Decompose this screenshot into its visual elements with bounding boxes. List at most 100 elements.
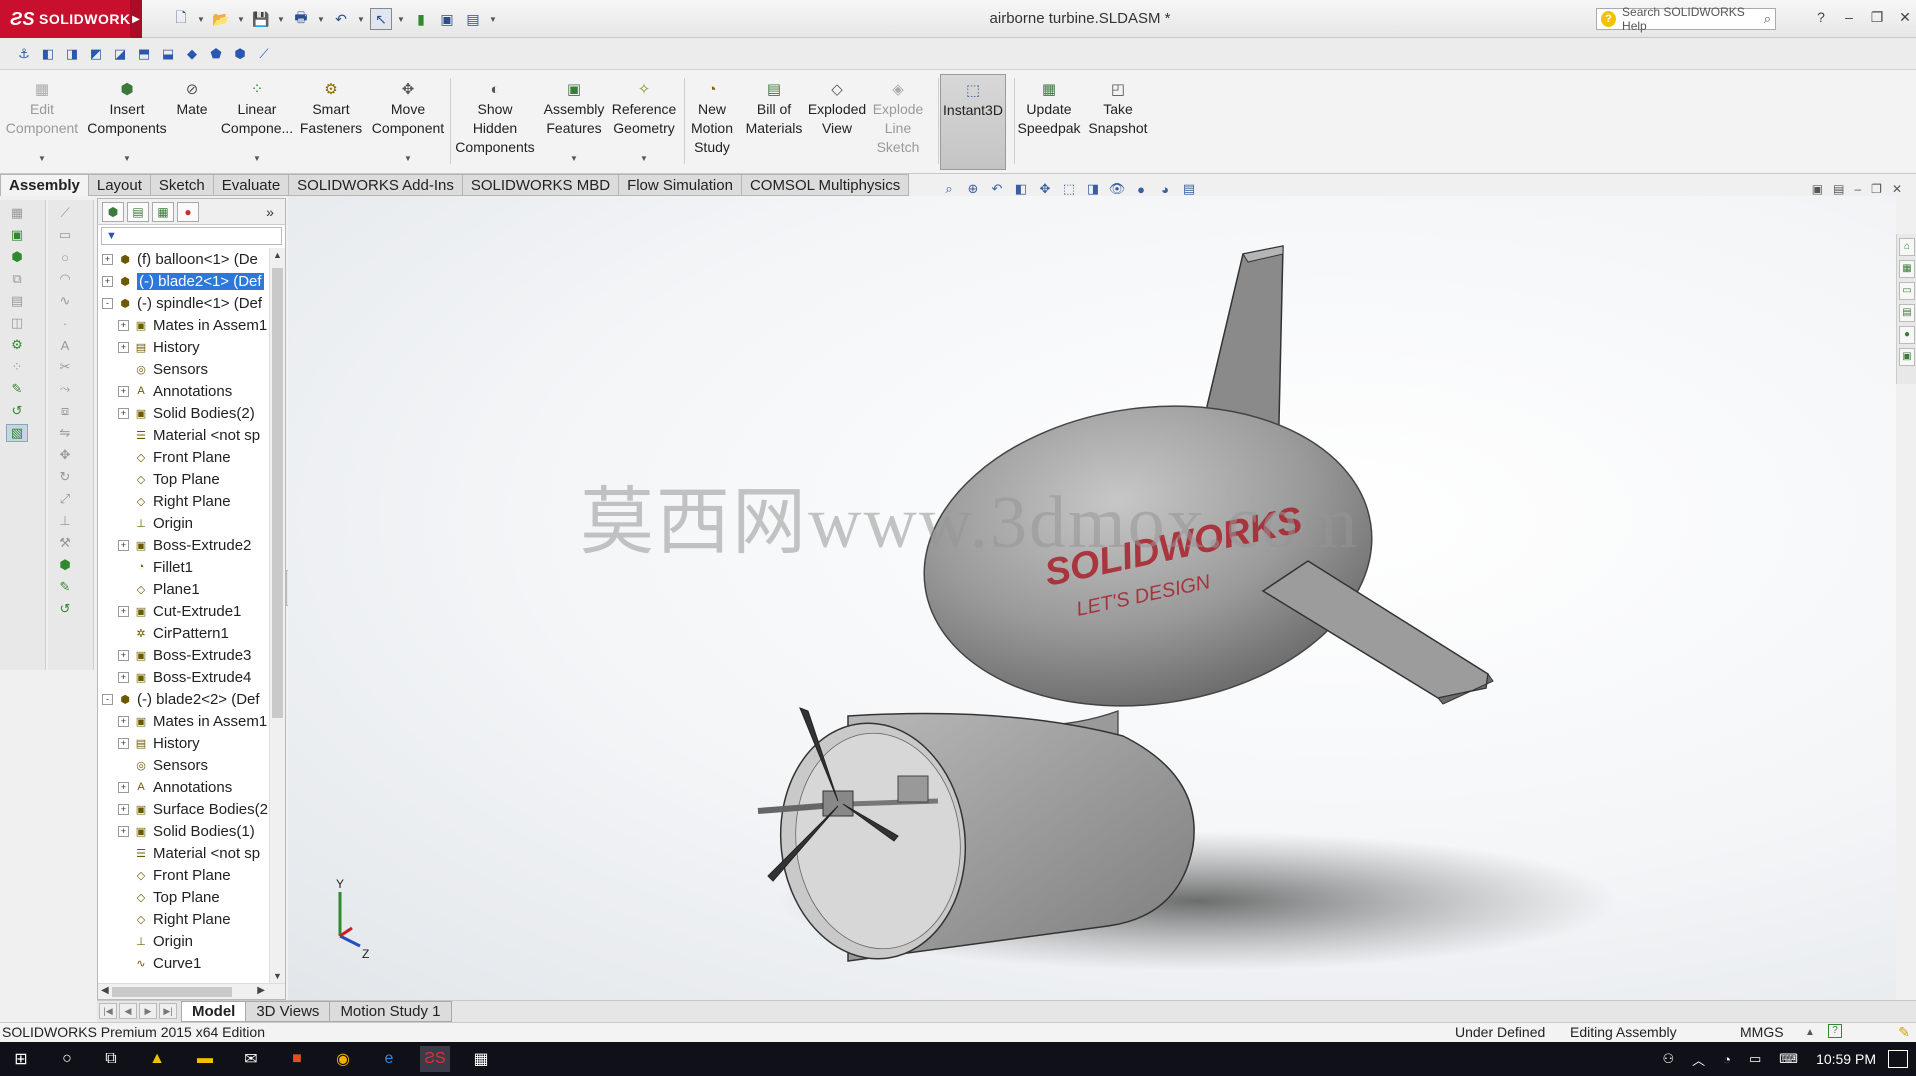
options-caret-icon[interactable]: ▼ bbox=[488, 15, 498, 24]
tree-node[interactable]: ☰ Material <not sp bbox=[98, 842, 268, 864]
scroll-up-icon[interactable]: ▲ bbox=[273, 250, 282, 260]
tree-node[interactable]: ◎ Sensors bbox=[98, 358, 268, 380]
viewport-minimize-icon[interactable]: – bbox=[1854, 182, 1861, 196]
appearances-icon[interactable]: ● bbox=[1899, 326, 1915, 344]
last-tab-icon[interactable]: ▶| bbox=[159, 1003, 177, 1019]
tree-node[interactable]: ◇ Right Plane bbox=[98, 490, 268, 512]
tree-node[interactable]: ◎ Sensors bbox=[98, 754, 268, 776]
configure-icon[interactable]: ⚙ bbox=[6, 336, 28, 354]
dynamic-annotation-icon[interactable]: ✥ bbox=[1036, 180, 1054, 198]
line-icon[interactable]: ⟋ bbox=[54, 204, 76, 222]
viewport-restore-icon[interactable]: ❐ bbox=[1871, 182, 1882, 196]
tree-node[interactable]: + ▣ Mates in Assem1 bbox=[98, 314, 268, 336]
ribbon-bill-of-materials-button[interactable]: ▤ Bill of Materials bbox=[744, 74, 804, 170]
circle-icon[interactable]: ○ bbox=[54, 248, 76, 266]
keyboard-icon[interactable]: ⌨ bbox=[1779, 1051, 1798, 1067]
configuration-manager-tab-icon[interactable]: ▦ bbox=[152, 201, 174, 222]
view-dimetric-icon[interactable]: ⬢ bbox=[230, 44, 250, 64]
view-top-icon[interactable]: ⬒ bbox=[134, 44, 154, 64]
restore-icon[interactable]: ❐ bbox=[1866, 6, 1888, 28]
tree-node[interactable]: ⊥ Origin bbox=[98, 512, 268, 534]
calculator-icon[interactable]: ▦ bbox=[466, 1046, 496, 1072]
bottom-tab-3d-views[interactable]: 3D Views bbox=[245, 1001, 331, 1022]
office-icon[interactable]: ■ bbox=[282, 1046, 312, 1072]
expand-icon[interactable]: + bbox=[118, 385, 129, 397]
rebuild-icon[interactable]: ▮ bbox=[410, 8, 432, 30]
expand-icon[interactable]: + bbox=[118, 649, 129, 661]
tree-node[interactable]: ✲ CirPattern1 bbox=[98, 622, 268, 644]
file-properties-icon[interactable]: ▣ bbox=[436, 8, 458, 30]
collapse-icon[interactable]: - bbox=[102, 297, 113, 309]
dropdown-caret-icon[interactable]: ▼ bbox=[253, 149, 261, 168]
view-settings-icon[interactable]: ▤ bbox=[1180, 180, 1198, 198]
display-style-icon[interactable]: ◨ bbox=[1084, 180, 1102, 198]
view-front-icon[interactable]: ◧ bbox=[38, 44, 58, 64]
file-explorer-taskbar-icon[interactable]: ▬ bbox=[190, 1046, 220, 1072]
tab-comsol-multiphysics[interactable]: COMSOL Multiphysics bbox=[741, 174, 910, 196]
rebuild-status-icon[interactable]: ✎ bbox=[1898, 1023, 1910, 1042]
tree-node[interactable]: ☰ Material <not sp bbox=[98, 424, 268, 446]
view-left-icon[interactable]: ◩ bbox=[86, 44, 106, 64]
select-pointer-icon[interactable]: ↖ bbox=[370, 8, 392, 30]
tab-solidworks-mbd[interactable]: SOLIDWORKS MBD bbox=[462, 174, 620, 196]
view-trimetric-icon[interactable]: ⬟ bbox=[206, 44, 226, 64]
tree-node[interactable]: + ▣ Mates in Assem1 bbox=[98, 710, 268, 732]
text-icon[interactable]: A bbox=[54, 336, 76, 354]
print-icon[interactable]: 🖶 bbox=[290, 8, 312, 30]
open-caret-icon[interactable]: ▼ bbox=[236, 15, 246, 24]
tree-node[interactable]: + ⬢ (-) blade2<1> (Def bbox=[98, 270, 268, 292]
dropdown-caret-icon[interactable]: ▼ bbox=[404, 149, 412, 168]
hide-show-items-icon[interactable]: 👁 bbox=[1108, 180, 1126, 198]
ribbon-move-component-button[interactable]: ✥ Move Component ▼ bbox=[368, 74, 448, 170]
tree-node[interactable]: + ▣ Solid Bodies(1) bbox=[98, 820, 268, 842]
wifi-icon[interactable]: ◔ bbox=[1723, 1052, 1731, 1067]
ribbon-linear-compone-button[interactable]: ⁘ Linear Compone... ▼ bbox=[216, 74, 298, 170]
expand-icon[interactable]: + bbox=[118, 319, 129, 331]
tree-node[interactable]: - ⬢ (-) spindle<1> (Def bbox=[98, 292, 268, 314]
apply-scene-icon[interactable]: ◕ bbox=[1156, 180, 1174, 198]
tree-horizontal-scrollbar[interactable]: ◀ ▶ bbox=[98, 983, 285, 999]
tree-node[interactable]: ◇ Top Plane bbox=[98, 468, 268, 490]
pattern-icon[interactable]: ⁘ bbox=[6, 358, 28, 376]
offset-icon[interactable]: ⧈ bbox=[54, 402, 76, 420]
dropdown-caret-icon[interactable]: ▼ bbox=[123, 149, 131, 168]
tree-node[interactable]: + ▣ Boss-Extrude2 bbox=[98, 534, 268, 556]
insert-part-icon[interactable]: ▣ bbox=[6, 226, 28, 244]
prev-tab-icon[interactable]: ◀ bbox=[119, 1003, 137, 1019]
tab-layout[interactable]: Layout bbox=[88, 174, 151, 196]
view-bottom-icon[interactable]: ⬓ bbox=[158, 44, 178, 64]
view-orientation-icon[interactable]: ⬚ bbox=[1060, 180, 1078, 198]
help-menu-icon[interactable]: ? bbox=[1810, 6, 1832, 28]
tab-assembly[interactable]: Assembly bbox=[0, 174, 89, 196]
new-caret-icon[interactable]: ▼ bbox=[196, 15, 206, 24]
scroll-thumb[interactable] bbox=[272, 268, 283, 718]
zoom-to-area-icon[interactable]: ⊕ bbox=[964, 180, 982, 198]
quick-snap-icon[interactable]: ⬢ bbox=[54, 556, 76, 574]
tab-flow-simulation[interactable]: Flow Simulation bbox=[619, 174, 742, 196]
expand-icon[interactable]: + bbox=[118, 539, 129, 551]
model-canvas[interactable]: SOLIDWORKS LET'S DESIGN Y Z bbox=[288, 196, 1896, 1000]
select-caret-icon[interactable]: ▼ bbox=[396, 15, 406, 24]
mail-icon[interactable]: ✉ bbox=[236, 1046, 266, 1072]
status-units[interactable]: MMGS bbox=[1740, 1023, 1784, 1042]
move-entities-icon[interactable]: ✥ bbox=[54, 446, 76, 464]
undo-icon[interactable]: ↶ bbox=[330, 8, 352, 30]
sketch-active-icon[interactable]: ▧ bbox=[6, 424, 28, 442]
expand-icon[interactable]: + bbox=[118, 803, 129, 815]
save-icon[interactable]: 💾 bbox=[250, 8, 272, 30]
tree-vertical-scrollbar[interactable]: ▲ ▼ bbox=[269, 248, 285, 983]
previous-view-icon[interactable]: ↶ bbox=[988, 180, 1006, 198]
viewport-tile-icon[interactable]: ▤ bbox=[1833, 182, 1844, 196]
ribbon-exploded-view-button[interactable]: ◇ Exploded View bbox=[808, 74, 866, 170]
tab-solidworks-add-ins[interactable]: SOLIDWORKS Add-Ins bbox=[289, 174, 463, 196]
spline-icon[interactable]: ∿ bbox=[54, 292, 76, 310]
expand-icon[interactable]: + bbox=[118, 605, 129, 617]
viewport-split-icon[interactable]: ▣ bbox=[1812, 182, 1823, 196]
extend-icon[interactable]: ⤳ bbox=[54, 380, 76, 398]
hide-icon[interactable]: ◫ bbox=[6, 314, 28, 332]
bottom-tab-model[interactable]: Model bbox=[181, 1001, 247, 1022]
ribbon-mate-button[interactable]: ⊘ Mate bbox=[170, 74, 214, 170]
solidworks-resources-icon[interactable]: ⌂ bbox=[1899, 238, 1915, 256]
ribbon-take-snapshot-button[interactable]: ◰ Take Snapshot bbox=[1084, 74, 1152, 170]
repair-icon[interactable]: ⚒ bbox=[54, 534, 76, 552]
